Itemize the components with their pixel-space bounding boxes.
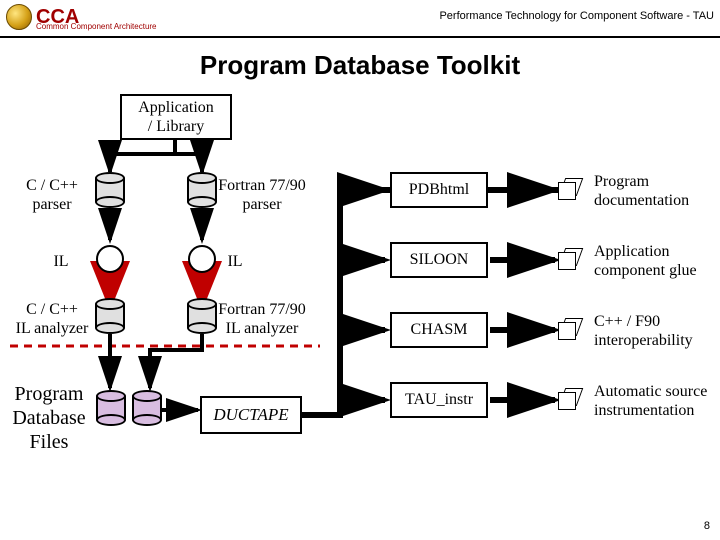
circle-il-right-icon [188,245,216,273]
label-il-right: IL [220,252,250,271]
cylinder-pdb-2-icon [132,390,162,426]
cube-chasm-icon [558,322,578,342]
logo-subtitle: Common Component Architecture [36,22,157,31]
header-right-text: Performance Technology for Component Sof… [439,10,714,22]
desc-chasm: C++ / F90 interoperability [594,312,693,350]
label-il-left: IL [46,252,76,271]
desc-pdbhtml: Program documentation [594,172,689,210]
cylinder-fortran-analyzer-icon [187,298,217,334]
cylinder-c-parser-icon [95,172,125,208]
cube-pdbhtml-icon [558,182,578,202]
label-fortran-parser: Fortran 77/90 parser [208,176,316,214]
page-title: Program Database Toolkit [0,50,720,81]
box-pdbhtml: PDBhtml [390,172,488,208]
cube-siloon-icon [558,252,578,272]
logo-circle-icon [6,4,32,30]
box-siloon: SILOON [390,242,488,278]
cylinder-pdb-1-icon [96,390,126,426]
connector-svg [0,90,720,500]
box-ductape: DUCTAPE [200,396,302,434]
box-tau-instr: TAU_instr [390,382,488,418]
desc-tau: Automatic source instrumentation [594,382,707,420]
circle-il-left-icon [96,245,124,273]
label-c-parser: C / C++ parser [14,176,90,214]
label-c-analyzer: C / C++ IL analyzer [10,300,94,338]
box-chasm: CHASM [390,312,488,348]
page-number: 8 [704,520,710,532]
diagram-canvas: Application / Library C / C++ parser For… [0,90,720,500]
label-fortran-analyzer: Fortran 77/90 IL analyzer [206,300,318,338]
header-bar: CCA Common Component Architecture Perfor… [0,0,720,38]
desc-siloon: Application component glue [594,242,697,280]
cube-tau-icon [558,392,578,412]
label-pdb-files: Program Database Files [8,382,90,454]
cylinder-fortran-parser-icon [187,172,217,208]
box-application-library: Application / Library [120,94,232,140]
cylinder-c-analyzer-icon [95,298,125,334]
